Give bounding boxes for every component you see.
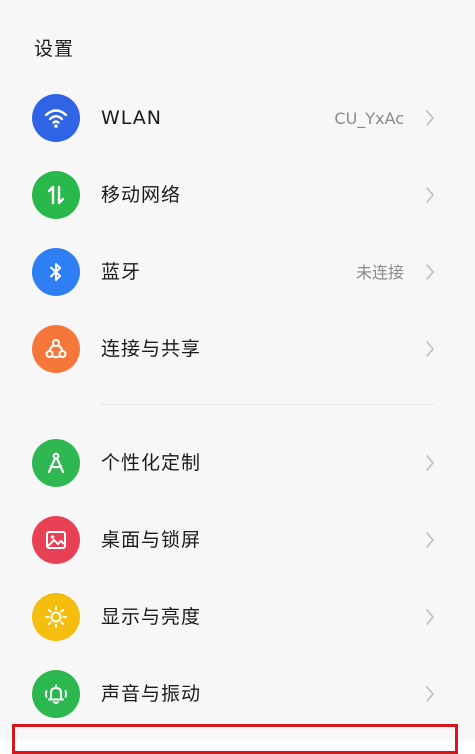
wifi-icon [32,94,80,142]
bluetooth-icon [32,248,80,296]
chevron-right-icon [426,187,434,203]
settings-item-label: 显示与亮度 [101,606,202,628]
settings-item-bluetooth[interactable]: 蓝牙 未连接 [0,233,465,310]
section-divider [101,404,434,405]
settings-item-label: 声音与振动 [101,683,202,705]
settings-item-display-brightness[interactable]: 显示与亮度 [0,578,465,655]
chevron-right-icon [426,686,434,702]
compass-icon [32,439,80,487]
chevron-right-icon [426,110,434,126]
sun-icon [32,593,80,641]
bluetooth-status: 未连接 [355,263,404,282]
chevron-right-icon [426,532,434,548]
settings-item-label: 移动网络 [101,184,182,206]
share-icon [32,325,80,373]
image-icon [32,516,80,564]
settings-item-personalization[interactable]: 个性化定制 [0,424,465,501]
settings-item-connection-sharing[interactable]: 连接与共享 [0,310,465,387]
settings-item-label: 个性化定制 [101,452,202,474]
settings-item-label: WLAN [101,107,163,129]
chevron-right-icon [426,609,434,625]
settings-item-label: 蓝牙 [101,261,142,283]
settings-item-sound-vibration[interactable]: 声音与振动 [0,655,465,732]
wlan-network-name: CU_YxAc [334,109,404,128]
settings-item-wlan[interactable]: WLAN CU_YxAc [0,79,465,156]
settings-page: 设置 WLAN CU_YxAc 移动网络 蓝牙 未连接 连接与共享 个性化定制 … [0,0,475,754]
chevron-right-icon [426,455,434,471]
highlight-box [12,724,458,754]
bell-vibrate-icon [32,670,80,718]
settings-item-label: 桌面与锁屏 [101,529,202,551]
chevron-right-icon [426,341,434,357]
settings-item-desktop-lockscreen[interactable]: 桌面与锁屏 [0,501,465,578]
chevron-right-icon [426,264,434,280]
mobile-data-icon [32,171,80,219]
settings-item-label: 连接与共享 [101,338,202,360]
header: 设置 [0,0,475,80]
page-title: 设置 [34,38,75,60]
settings-item-mobile-network[interactable]: 移动网络 [0,156,465,233]
